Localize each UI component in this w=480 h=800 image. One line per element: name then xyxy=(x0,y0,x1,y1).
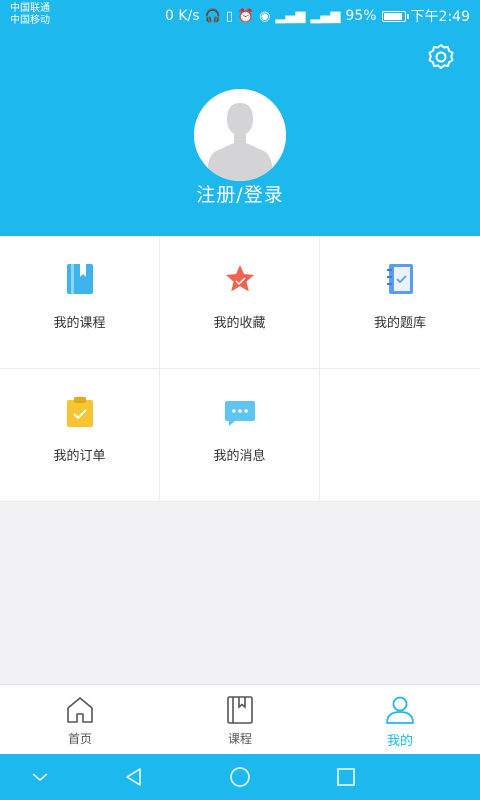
carrier-2: 中国移动 xyxy=(10,15,50,26)
menu-label: 我的收藏 xyxy=(213,316,266,331)
book-icon xyxy=(67,264,93,294)
carrier-1: 中国联通 xyxy=(10,3,50,14)
register-login-link[interactable]: 注册/登录 xyxy=(0,180,480,207)
status-bar: 中国联通 中国移动 0 K/s 🎧 ▯ ⏰ ◉ ▂▄▆ ▂▄▆ 95% 下午2:… xyxy=(0,0,480,34)
message-icon xyxy=(225,401,255,426)
menu-label: 我的消息 xyxy=(213,449,266,464)
clipboard-icon xyxy=(67,397,93,427)
menu-my-courses[interactable]: 我的课程 xyxy=(0,236,160,369)
home-circle-icon[interactable] xyxy=(228,765,252,789)
star-icon xyxy=(226,265,254,292)
user-icon xyxy=(386,696,414,724)
bottom-nav: 首页 课程 我的 xyxy=(0,684,480,754)
status-right: 0 K/s 🎧 ▯ ⏰ ◉ ▂▄▆ ▂▄▆ 95% 下午2:49 xyxy=(165,6,470,26)
vibrate-icon: ▯ xyxy=(225,8,233,24)
recents-square-icon[interactable] xyxy=(334,765,358,789)
clock: 下午2:49 xyxy=(410,9,470,25)
tab-label: 首页 xyxy=(67,732,92,746)
menu-my-orders[interactable]: 我的订单 xyxy=(0,369,160,502)
menu-my-favorites[interactable]: 我的收藏 xyxy=(160,236,320,369)
course-book-icon xyxy=(227,696,253,724)
signal-icon: ▂▄▆ xyxy=(275,8,306,24)
profile-header: 注册/登录 xyxy=(0,34,480,236)
menu-label: 我的题库 xyxy=(373,316,426,331)
headset-icon: 🎧 xyxy=(204,8,221,24)
back-triangle-icon[interactable] xyxy=(122,765,146,789)
tab-mine[interactable]: 我的 xyxy=(320,685,480,754)
notebook-icon xyxy=(387,264,413,294)
carrier-info: 中国联通 中国移动 xyxy=(10,3,50,27)
tab-label: 课程 xyxy=(227,732,252,746)
tab-label: 我的 xyxy=(386,734,413,749)
menu-empty-cell xyxy=(320,369,480,502)
menu-label: 我的订单 xyxy=(53,449,106,464)
menu-my-messages[interactable]: 我的消息 xyxy=(160,369,320,502)
system-nav-bar xyxy=(0,754,480,800)
home-icon xyxy=(67,697,93,723)
alarm-icon: ⏰ xyxy=(237,8,255,24)
chevron-down-icon[interactable] xyxy=(28,765,52,789)
menu-grid: 我的课程 我的收藏 我的题库 我的订单 我的消息 xyxy=(0,236,480,502)
default-avatar-icon xyxy=(194,89,286,181)
signal-2-icon: ▂▄▆ xyxy=(310,8,341,24)
battery-icon xyxy=(381,10,409,22)
tab-home[interactable]: 首页 xyxy=(0,685,160,754)
avatar[interactable] xyxy=(194,89,286,181)
eye-icon: ◉ xyxy=(259,8,271,24)
menu-my-question-bank[interactable]: 我的题库 xyxy=(320,236,480,369)
settings-gear-icon[interactable] xyxy=(426,42,456,72)
tab-courses[interactable]: 课程 xyxy=(160,685,320,754)
battery-percent: 95% xyxy=(345,8,377,24)
menu-label: 我的课程 xyxy=(53,316,106,331)
network-speed: 0 K/s xyxy=(164,8,200,24)
